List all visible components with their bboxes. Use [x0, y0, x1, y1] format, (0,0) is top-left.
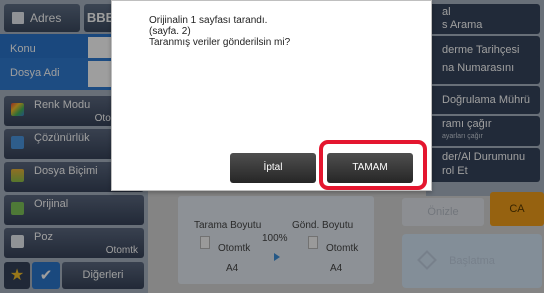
dialog-message-line2: (sayfa. 2): [149, 26, 191, 37]
dialog-message-line3: Taranmış veriler gönderilsin mi?: [149, 37, 291, 48]
cancel-button[interactable]: İptal: [230, 153, 316, 183]
dialog-message: Orijinalin 1 sayfası tarandı. (sayfa. 2)…: [149, 15, 290, 48]
confirm-send-dialog: Orijinalin 1 sayfası tarandı. (sayfa. 2)…: [111, 0, 432, 191]
dialog-message-line1: Orijinalin 1 sayfası tarandı.: [149, 15, 268, 26]
ok-button[interactable]: TAMAM: [327, 153, 413, 183]
